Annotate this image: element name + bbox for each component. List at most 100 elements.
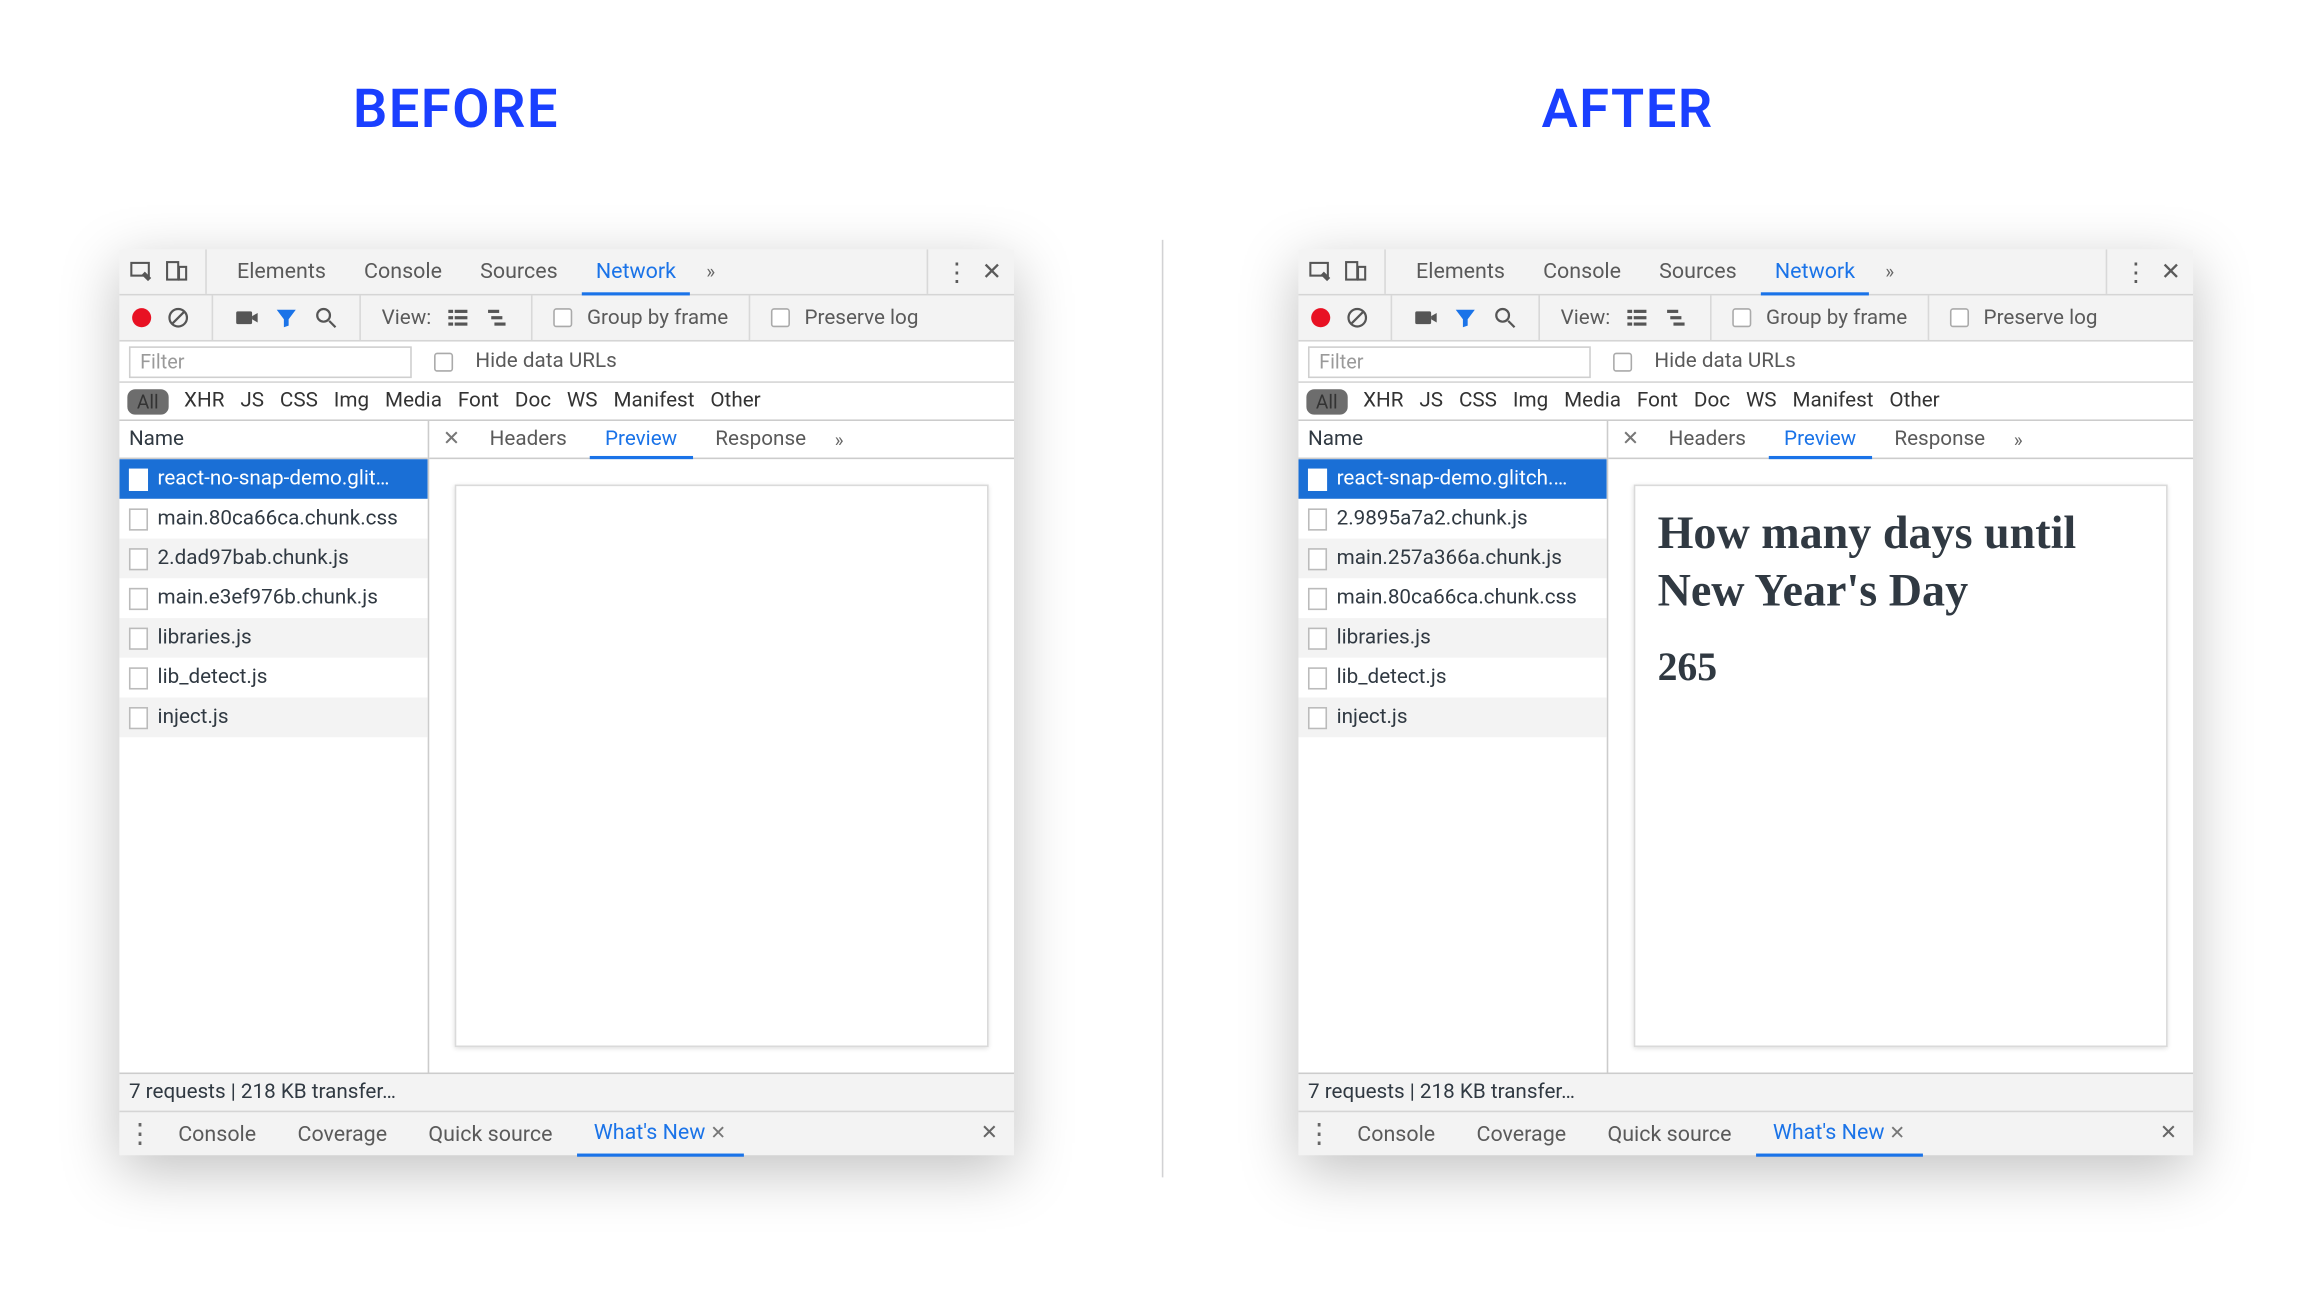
- inspect-icon[interactable]: [129, 259, 154, 284]
- drawer-quick[interactable]: Quick source: [411, 1111, 570, 1155]
- more-detail-tabs-icon[interactable]: »: [2007, 428, 2029, 450]
- search-icon[interactable]: [313, 305, 338, 330]
- request-row[interactable]: main.257a366a.chunk.js: [1298, 539, 1606, 579]
- tab-sources[interactable]: Sources: [1645, 249, 1751, 295]
- device-toggle-icon[interactable]: [1343, 259, 1368, 284]
- close-devtools-icon[interactable]: ✕: [979, 259, 1004, 284]
- type-other[interactable]: Other: [710, 389, 760, 413]
- record-icon[interactable]: [1311, 308, 1330, 327]
- type-font[interactable]: Font: [458, 389, 499, 413]
- tab-console[interactable]: Console: [1529, 249, 1636, 295]
- type-xhr[interactable]: XHR: [1363, 389, 1403, 413]
- drawer-coverage[interactable]: Coverage: [1459, 1111, 1584, 1155]
- tab-preview[interactable]: Preview: [1768, 421, 1872, 459]
- drawer-coverage[interactable]: Coverage: [280, 1111, 405, 1155]
- request-row[interactable]: 2.dad97bab.chunk.js: [119, 539, 427, 579]
- type-ws[interactable]: WS: [1746, 389, 1777, 413]
- drawer-quick[interactable]: Quick source: [1590, 1111, 1749, 1155]
- request-row[interactable]: main.80ca66ca.chunk.css: [1298, 578, 1606, 618]
- request-row[interactable]: 2.9895a7a2.chunk.js: [1298, 499, 1606, 539]
- drawer-menu-icon[interactable]: ⋮: [1305, 1118, 1334, 1150]
- type-other[interactable]: Other: [1889, 389, 1939, 413]
- tab-network[interactable]: Network: [1761, 249, 1870, 295]
- type-xhr[interactable]: XHR: [184, 389, 224, 413]
- drawer-console[interactable]: Console: [1340, 1111, 1453, 1155]
- close-detail-icon[interactable]: ✕: [1615, 427, 1647, 451]
- screenshot-icon[interactable]: [1413, 305, 1438, 330]
- kebab-menu-icon[interactable]: ⋮: [2123, 259, 2148, 284]
- filter-input[interactable]: Filter: [1308, 346, 1591, 378]
- type-ws[interactable]: WS: [567, 389, 598, 413]
- record-icon[interactable]: [132, 308, 151, 327]
- preserve-log-checkbox[interactable]: [771, 308, 790, 327]
- type-font[interactable]: Font: [1637, 389, 1678, 413]
- type-manifest[interactable]: Manifest: [613, 389, 694, 413]
- request-list-header[interactable]: Name: [1298, 421, 1606, 459]
- hide-data-urls-checkbox[interactable]: [1613, 352, 1632, 371]
- tab-headers[interactable]: Headers: [474, 420, 583, 458]
- close-tab-icon[interactable]: ✕: [1889, 1122, 1905, 1144]
- screenshot-icon[interactable]: [234, 305, 259, 330]
- type-doc[interactable]: Doc: [515, 389, 551, 413]
- inspect-icon[interactable]: [1308, 259, 1333, 284]
- tab-headers[interactable]: Headers: [1653, 420, 1762, 458]
- tab-network[interactable]: Network: [582, 249, 691, 295]
- group-by-frame-checkbox[interactable]: [554, 308, 573, 327]
- filter-icon[interactable]: [1453, 305, 1478, 330]
- device-toggle-icon[interactable]: [164, 259, 189, 284]
- type-img[interactable]: Img: [1513, 389, 1548, 413]
- filter-icon[interactable]: [274, 305, 299, 330]
- group-by-frame-checkbox[interactable]: [1733, 308, 1752, 327]
- type-css[interactable]: CSS: [1459, 389, 1497, 413]
- type-media[interactable]: Media: [385, 389, 442, 413]
- request-row[interactable]: react-no-snap-demo.glit…: [119, 459, 427, 499]
- request-row[interactable]: main.e3ef976b.chunk.js: [119, 578, 427, 618]
- clear-icon[interactable]: [1345, 305, 1370, 330]
- preserve-log-checkbox[interactable]: [1950, 308, 1969, 327]
- tab-response[interactable]: Response: [699, 420, 822, 458]
- filter-input[interactable]: Filter: [129, 346, 412, 378]
- type-all[interactable]: All: [127, 388, 168, 413]
- request-list-header[interactable]: Name: [119, 421, 427, 459]
- view-list-icon[interactable]: [1625, 305, 1650, 330]
- tab-response[interactable]: Response: [1878, 420, 2001, 458]
- request-row[interactable]: react-snap-demo.glitch.…: [1298, 459, 1606, 499]
- tab-console[interactable]: Console: [350, 249, 457, 295]
- request-row[interactable]: lib_detect.js: [119, 658, 427, 698]
- tab-elements[interactable]: Elements: [1402, 249, 1520, 295]
- view-waterfall-icon[interactable]: [1664, 305, 1689, 330]
- close-devtools-icon[interactable]: ✕: [2158, 259, 2183, 284]
- type-img[interactable]: Img: [334, 389, 369, 413]
- drawer-console[interactable]: Console: [161, 1111, 274, 1155]
- request-row[interactable]: inject.js: [1298, 697, 1606, 737]
- more-tabs-icon[interactable]: »: [1879, 261, 1901, 283]
- drawer-whatsnew[interactable]: What's New✕: [576, 1112, 743, 1156]
- drawer-whatsnew[interactable]: What's New✕: [1755, 1112, 1922, 1156]
- type-js[interactable]: JS: [1419, 389, 1443, 413]
- type-media[interactable]: Media: [1564, 389, 1621, 413]
- request-row[interactable]: libraries.js: [119, 618, 427, 658]
- close-tab-icon[interactable]: ✕: [710, 1122, 726, 1144]
- close-drawer-icon[interactable]: ✕: [2150, 1122, 2186, 1146]
- type-css[interactable]: CSS: [280, 389, 318, 413]
- tab-sources[interactable]: Sources: [466, 249, 572, 295]
- request-row[interactable]: lib_detect.js: [1298, 658, 1606, 698]
- type-all[interactable]: All: [1306, 388, 1347, 413]
- type-doc[interactable]: Doc: [1694, 389, 1730, 413]
- request-row[interactable]: inject.js: [119, 697, 427, 737]
- request-row[interactable]: main.80ca66ca.chunk.css: [119, 499, 427, 539]
- hide-data-urls-checkbox[interactable]: [434, 352, 453, 371]
- clear-icon[interactable]: [165, 305, 190, 330]
- kebab-menu-icon[interactable]: ⋮: [944, 259, 969, 284]
- type-js[interactable]: JS: [240, 389, 264, 413]
- search-icon[interactable]: [1492, 305, 1517, 330]
- more-detail-tabs-icon[interactable]: »: [828, 428, 850, 450]
- type-manifest[interactable]: Manifest: [1792, 389, 1873, 413]
- tab-preview[interactable]: Preview: [589, 421, 693, 459]
- more-tabs-icon[interactable]: »: [700, 261, 722, 283]
- request-row[interactable]: libraries.js: [1298, 618, 1606, 658]
- close-drawer-icon[interactable]: ✕: [971, 1122, 1007, 1146]
- view-list-icon[interactable]: [446, 305, 471, 330]
- close-detail-icon[interactable]: ✕: [436, 427, 468, 451]
- tab-elements[interactable]: Elements: [223, 249, 341, 295]
